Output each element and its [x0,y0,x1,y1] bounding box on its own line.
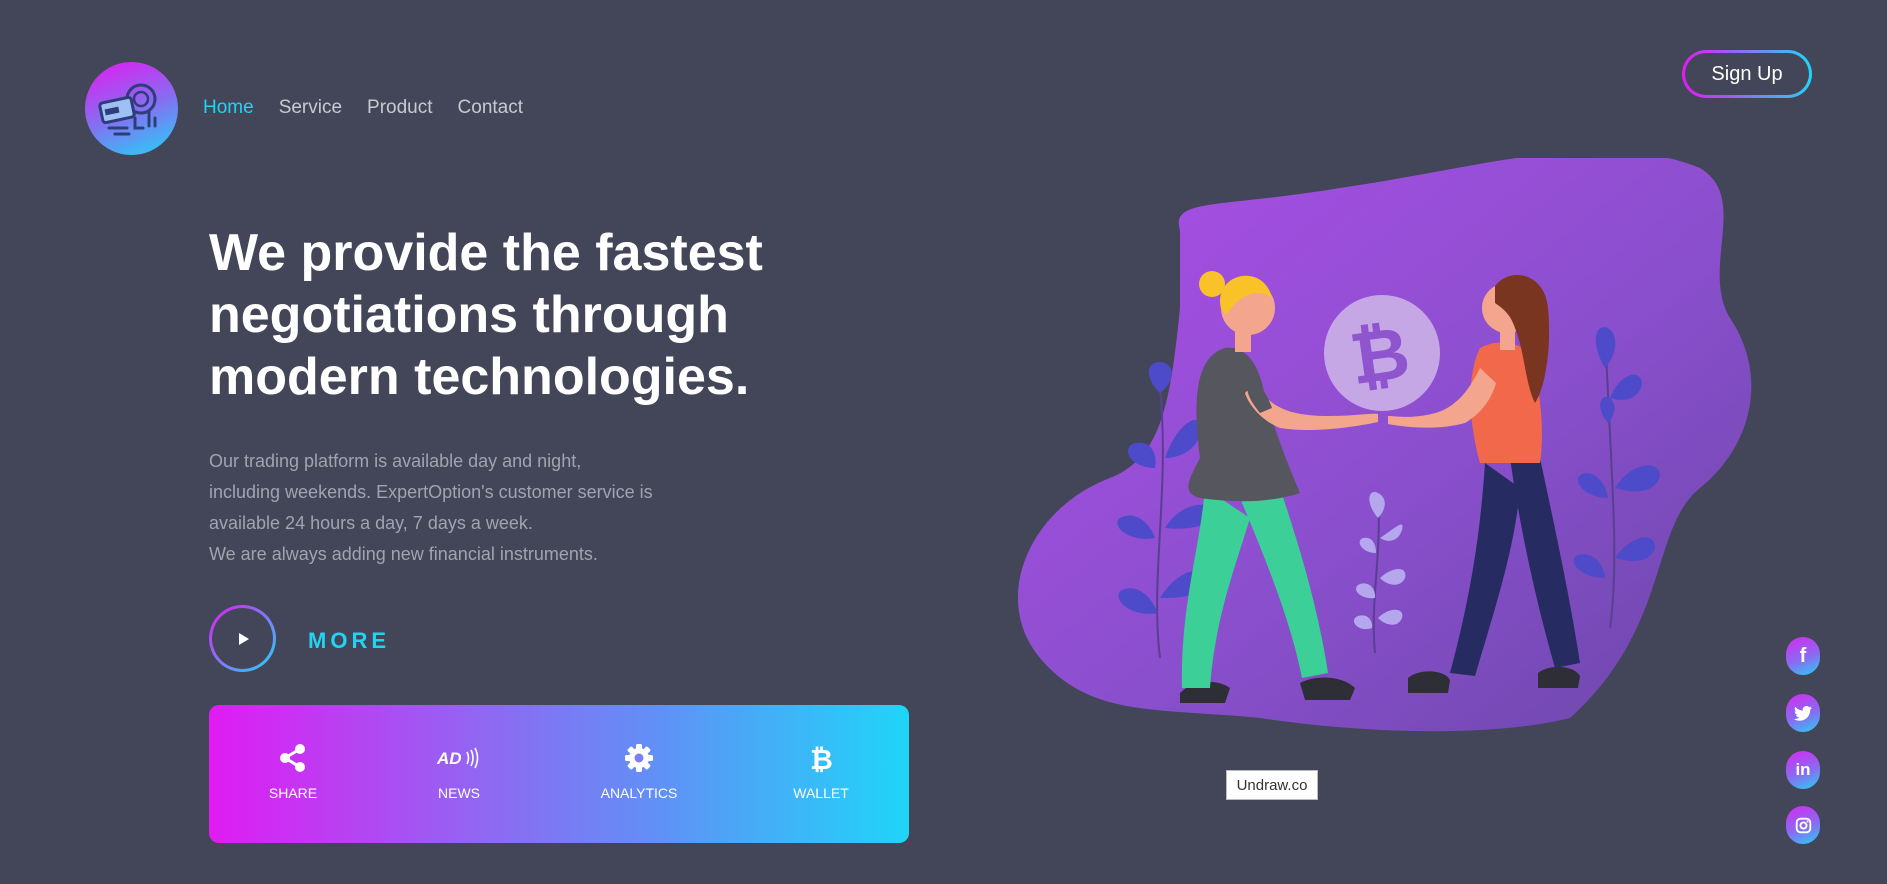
nav-contact[interactable]: Contact [458,97,523,119]
hero-illustration: ₿ [1017,158,1752,732]
nav-product[interactable]: Product [367,97,432,119]
sign-up-button[interactable]: Sign Up [1682,50,1812,98]
hero-title-line: modern technologies. [209,348,750,406]
hero-title-line: We provide the fastest [209,224,763,282]
feature-bar: SHARE AD NEWS ANALYTICS ₿ WALLET [209,705,909,843]
hero-title-line: negotiations through [209,286,729,344]
feature-label: ANALYTICS [600,785,678,801]
description-line: Our trading platform is available day an… [209,451,582,471]
linkedin-link[interactable]: in [1786,751,1820,789]
main-nav: Home Service Product Contact [203,97,523,119]
description-line: available 24 hours a day, 7 days a week. [209,513,533,533]
svg-text:₿: ₿ [810,743,833,774]
feature-news[interactable]: AD NEWS [399,741,519,801]
nav-home[interactable]: Home [203,97,254,119]
feature-label: SHARE [268,785,318,801]
background-blob [1017,158,1752,732]
feature-share[interactable]: SHARE [233,741,353,801]
feature-analytics[interactable]: ANALYTICS [579,741,699,801]
ad-icon: AD [437,741,481,775]
crypto-wallet-icon [97,83,156,135]
image-credit[interactable]: Undraw.co [1226,770,1318,800]
facebook-link[interactable]: f [1786,637,1820,675]
feature-wallet[interactable]: ₿ WALLET [761,741,881,801]
more-link[interactable]: MORE [308,628,390,654]
feature-label: NEWS [438,785,480,801]
instagram-icon [1795,817,1811,833]
share-icon [278,741,308,775]
twitter-icon [1794,705,1812,721]
bitcoin-icon: ₿ [808,741,834,775]
svg-text:AD: AD [437,749,462,768]
play-button[interactable] [209,605,276,672]
nav-service[interactable]: Service [279,97,342,119]
play-icon [238,632,249,645]
hero-title: We provide the fastest negotiations thro… [209,222,849,408]
facebook-icon: f [1799,644,1807,667]
twitter-link[interactable] [1786,694,1820,732]
description-line: including weekends. ExpertOption's custo… [209,482,653,502]
site-logo[interactable] [85,62,178,155]
instagram-link[interactable] [1786,806,1820,844]
feature-label: WALLET [793,785,849,801]
linkedin-icon: in [1795,760,1811,779]
coin-symbol: ₿ [1345,310,1415,401]
description-line: We are always adding new financial instr… [209,544,598,564]
gear-icon [624,741,654,775]
hero-description: Our trading platform is available day an… [209,446,729,570]
